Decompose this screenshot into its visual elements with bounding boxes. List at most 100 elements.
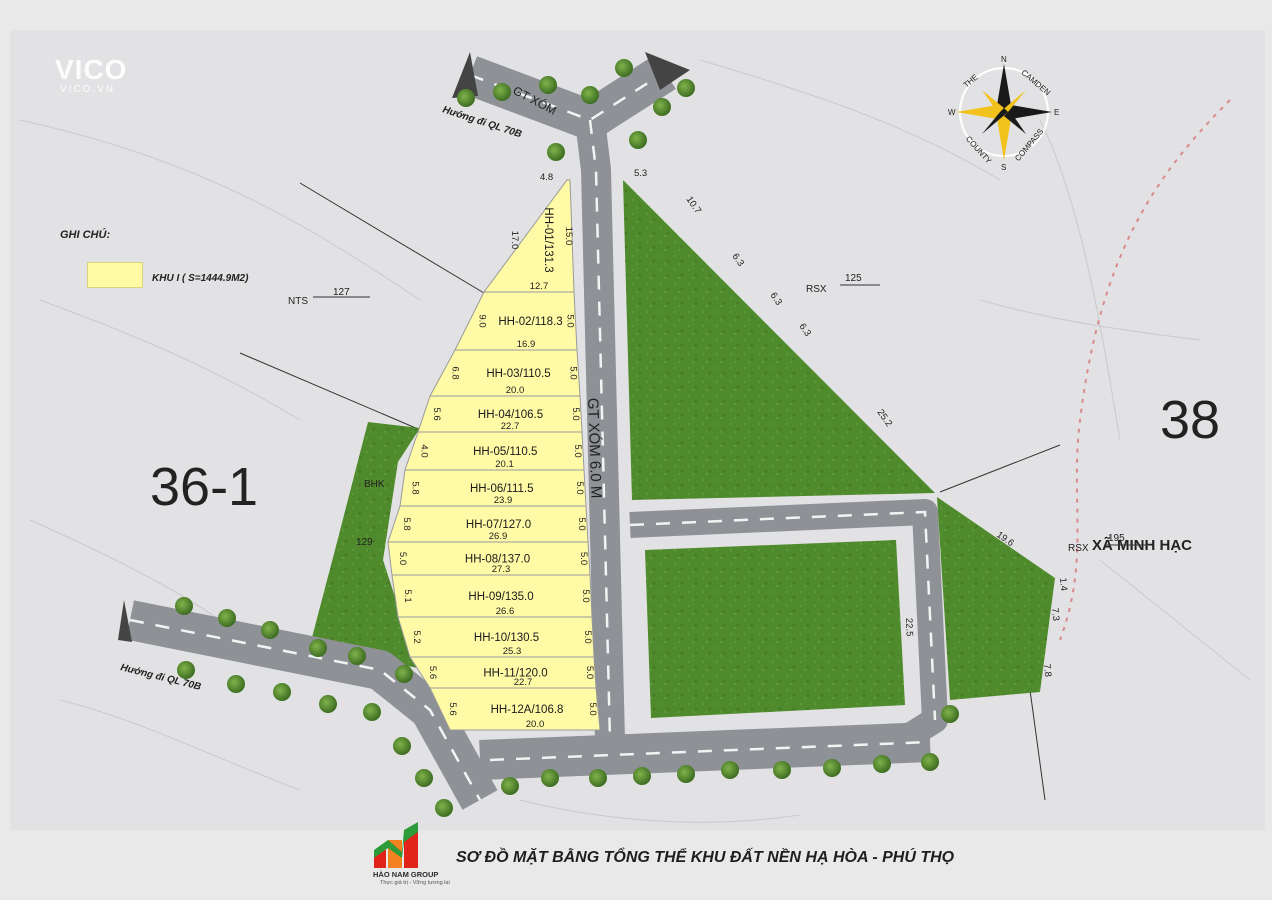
company-name: HÀO NAM GROUP	[373, 870, 439, 879]
plot-5-id: HH-05/110.5	[473, 446, 537, 458]
page-title: SƠ ĐỒ MẶT BẰNG TỔNG THỂ KHU ĐẤT NỀN HẠ H…	[456, 849, 955, 866]
bg-number-38: 38	[1160, 390, 1220, 450]
company-tagline: Thực giá trị - Vững tương lai	[380, 880, 450, 886]
plot-11-left-dim: 5.6	[427, 666, 438, 679]
legend-item-text: KHU I ( S=1444.9M2)	[152, 273, 249, 284]
compass-n: N	[1001, 55, 1007, 64]
tree-9	[547, 143, 565, 161]
compass-s: S	[1001, 163, 1006, 172]
tree-7	[677, 79, 695, 97]
green-dim-8: 1.4	[1057, 577, 1069, 591]
plot-9-bottom-dim: 26.6	[496, 606, 515, 617]
tree-13	[309, 639, 327, 657]
plot-7-id: HH-07/127.0	[466, 519, 531, 531]
plot-7-left-dim: 5.8	[401, 517, 412, 530]
plot-8-right-dim: 5.0	[578, 552, 589, 565]
plot-12-bottom-dim: 20.0	[526, 719, 545, 730]
tree-11	[218, 609, 236, 627]
main-road-label: GT XÓM 6.0 M	[584, 398, 604, 499]
plot-10-bottom-dim: 25.3	[503, 646, 522, 657]
plot-6-left-dim: 5.8	[410, 481, 421, 494]
plot-2-id: HH-02/118.3	[498, 316, 562, 328]
plot-1-left-dim: 17.0	[509, 231, 520, 250]
tree-32	[873, 755, 891, 773]
tree-28	[677, 765, 695, 783]
tree-1	[457, 89, 475, 107]
plot-3-id: HH-03/110.5	[486, 368, 550, 380]
top-plot-dim: 4.8	[540, 172, 553, 183]
plot-12-id: HH-12A/106.8	[491, 704, 564, 716]
plot-4-id: HH-04/106.5	[478, 409, 543, 421]
plot-6-id: HH-06/111.5	[470, 483, 534, 495]
legend-swatch	[87, 262, 143, 288]
tree-23	[435, 799, 453, 817]
tree-4	[581, 86, 599, 104]
plot-4-right-dim: 5.0	[570, 407, 581, 420]
tree-18	[273, 683, 291, 701]
plot-1-right-dim: 15.0	[563, 227, 574, 246]
compass-w: W	[948, 108, 956, 117]
plot-3-bottom-dim: 20.0	[506, 385, 525, 396]
tree-27	[633, 767, 651, 785]
plot-5-right-dim: 5.0	[572, 444, 583, 457]
plot-2-left-dim: 9.0	[477, 314, 488, 327]
plot-11-right-dim: 5.0	[584, 666, 595, 679]
legend-title: GHI CHÚ:	[60, 229, 111, 241]
plot-1-bottom-dim: 12.7	[530, 281, 549, 292]
watermark-site: VICO.VN	[60, 84, 116, 95]
plot-10-right-dim: 5.0	[582, 630, 593, 643]
plot-12-right-dim: 5.0	[587, 702, 598, 715]
tree-15	[395, 665, 413, 683]
tree-17	[227, 675, 245, 693]
plot-4-bottom-dim: 22.7	[501, 421, 520, 432]
nts-label: NTS	[288, 296, 308, 307]
rsx-number-2: 195	[1108, 533, 1125, 544]
tree-22	[415, 769, 433, 787]
green-dim-1: 5.3	[634, 168, 647, 179]
plot-3-left-dim: 6.8	[450, 366, 461, 379]
plot-10-id: HH-10/130.5	[474, 632, 539, 644]
rsx-number-1: 125	[845, 273, 862, 284]
green-dim-10: 7.8	[1041, 663, 1053, 677]
plot-12-left-dim: 5.6	[447, 702, 458, 715]
plot-7-right-dim: 5.0	[576, 517, 587, 530]
bg-number-36-1: 36-1	[150, 457, 258, 517]
tree-31	[823, 759, 841, 777]
bhk-label: BHK	[364, 479, 385, 490]
plot-2-bottom-dim: 16.9	[517, 339, 536, 350]
plot-8-left-dim: 5.0	[397, 552, 408, 565]
tree-6	[653, 98, 671, 116]
tree-5	[615, 59, 633, 77]
site-plan: 38 36-1 XÃ MINH HẠC HH-01/131.317.0 15.01…	[0, 0, 1272, 900]
green-area-center	[645, 540, 905, 718]
compass-e: E	[1054, 108, 1059, 117]
tree-8	[629, 131, 647, 149]
tree-24	[501, 777, 519, 795]
tree-14	[348, 647, 366, 665]
nts-number: 127	[333, 287, 350, 298]
tree-33	[921, 753, 939, 771]
rsx-label-2: RSX	[1068, 543, 1089, 554]
watermark-brand: VICO	[55, 54, 128, 85]
plot-11-bottom-dim: 22.7	[514, 677, 533, 688]
plot-6-bottom-dim: 23.9	[494, 495, 513, 506]
tree-26	[589, 769, 607, 787]
tree-20	[363, 703, 381, 721]
plot-1-id: HH-01/131.3	[542, 207, 554, 272]
tree-25	[541, 769, 559, 787]
rsx-label-1: RSX	[806, 284, 827, 295]
green-dim-9: 7.3	[1049, 607, 1061, 621]
plot-9-id: HH-09/135.0	[468, 591, 533, 603]
tree-12	[261, 621, 279, 639]
plot-10-left-dim: 5.2	[411, 630, 422, 643]
plot-5-left-dim: 4.0	[419, 444, 430, 457]
plot-3-right-dim: 5.0	[568, 366, 579, 379]
map-stage: 38 36-1 XÃ MINH HẠC HH-01/131.3 17.0 15.0 1…	[0, 0, 1272, 900]
plot-8-bottom-dim: 27.3	[492, 564, 511, 575]
plot-7-bottom-dim: 26.9	[489, 531, 508, 542]
plot-9-left-dim: 5.1	[402, 589, 413, 602]
green-dim-11: 22.5	[903, 618, 915, 637]
plot-6-right-dim: 5.0	[574, 481, 585, 494]
tree-29	[721, 761, 739, 779]
tree-30	[773, 761, 791, 779]
